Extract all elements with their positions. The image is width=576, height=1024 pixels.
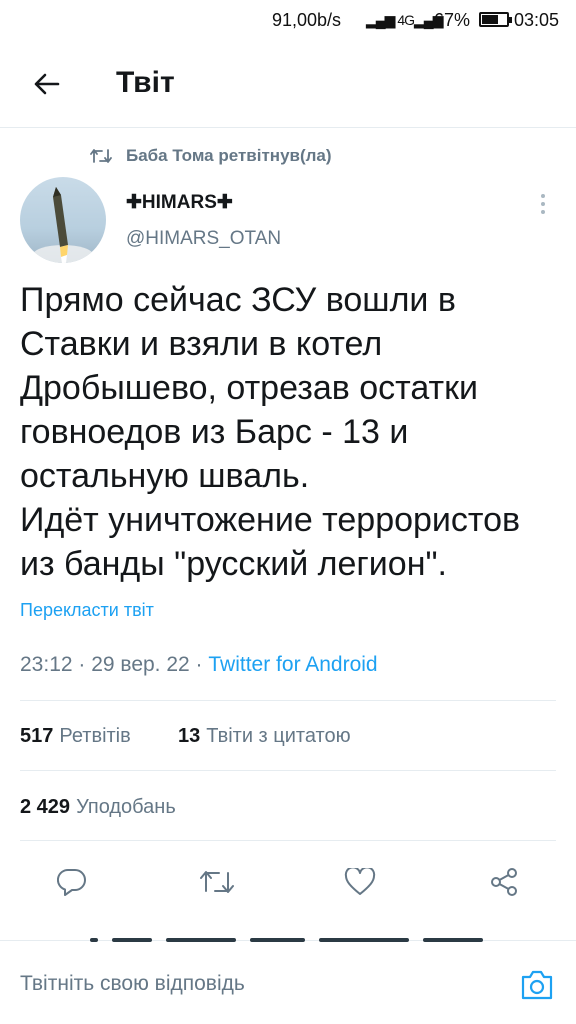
author-handle[interactable]: @HIMARS_OTAN	[126, 228, 281, 250]
more-options-button[interactable]	[530, 190, 556, 218]
quotes-count: 13	[178, 725, 201, 747]
quotes-label: Твіти з цитатою	[206, 725, 351, 747]
battery-percent: 67%	[434, 10, 471, 30]
peek-glyph	[250, 938, 305, 942]
next-reply-peek	[90, 938, 530, 944]
arrow-left-icon	[34, 73, 60, 95]
peek-glyph	[423, 938, 483, 942]
battery-icon	[479, 12, 512, 27]
signal-icon: ▂▄▆ 4G▂▄▆	[366, 12, 443, 28]
divider	[20, 770, 556, 771]
tweet-meta: 23:12 · 29 вер. 22 · Twitter for Android	[20, 653, 378, 677]
more-dot	[541, 202, 545, 206]
retweets-count: 517	[20, 725, 54, 747]
peek-glyph	[112, 938, 152, 942]
status-bar: 91,00b/s ▂▄▆ 4G▂▄▆ 67% 03:05	[0, 0, 576, 40]
page-title: Твіт	[116, 66, 175, 99]
camera-button[interactable]	[517, 965, 557, 1005]
divider	[20, 700, 556, 701]
back-button[interactable]	[22, 60, 70, 108]
network-speed: 91,00b/s	[272, 10, 342, 30]
peek-glyph	[166, 938, 236, 942]
more-dot	[541, 194, 545, 198]
clock: 03:05	[514, 10, 560, 30]
translate-tweet-link[interactable]: Перекласти твіт	[20, 600, 154, 621]
share-icon	[491, 868, 517, 896]
network-type: 4G	[397, 12, 415, 28]
retweet-icon	[200, 871, 234, 893]
reply-composer	[0, 938, 576, 1024]
retweet-icon	[90, 148, 114, 164]
like-button[interactable]	[336, 858, 384, 906]
likes-stat[interactable]: 2 429 Уподобань	[20, 796, 176, 819]
camera-icon	[521, 970, 553, 1000]
likes-label: Уподобань	[76, 796, 176, 818]
like-icon	[344, 868, 376, 895]
peek-glyph	[90, 938, 98, 942]
top-app-bar: Твіт	[0, 40, 576, 128]
tweet-timestamp: 23:12 · 29 вер. 22 ·	[20, 653, 209, 676]
reply-button[interactable]	[48, 858, 96, 906]
retweet-context[interactable]: Баба Тома ретвітнув(ла)	[90, 146, 332, 166]
share-button[interactable]	[480, 858, 528, 906]
divider	[20, 840, 556, 841]
reply-icon	[57, 868, 86, 896]
tweet-text: Прямо сейчас ЗСУ вошли в Ставки и взяли …	[20, 281, 521, 583]
tweet-source-link[interactable]: Twitter for Android	[208, 653, 377, 676]
avatar[interactable]	[20, 177, 106, 263]
author-name[interactable]: ✚HIMARS✚	[126, 191, 233, 214]
reply-input[interactable]	[20, 963, 500, 1005]
quotes-stat[interactable]: 13 Твіти з цитатою	[178, 725, 351, 748]
missile-image	[33, 187, 93, 263]
more-dot	[541, 210, 545, 214]
retweets-stat[interactable]: 517 Ретвітів	[20, 725, 131, 748]
retweets-label: Ретвітів	[59, 725, 131, 747]
retweet-context-text: Баба Тома ретвітнув(ла)	[126, 146, 332, 165]
action-bar	[0, 858, 576, 906]
retweet-button[interactable]	[193, 858, 241, 906]
peek-glyph	[319, 938, 409, 942]
likes-count: 2 429	[20, 796, 71, 818]
